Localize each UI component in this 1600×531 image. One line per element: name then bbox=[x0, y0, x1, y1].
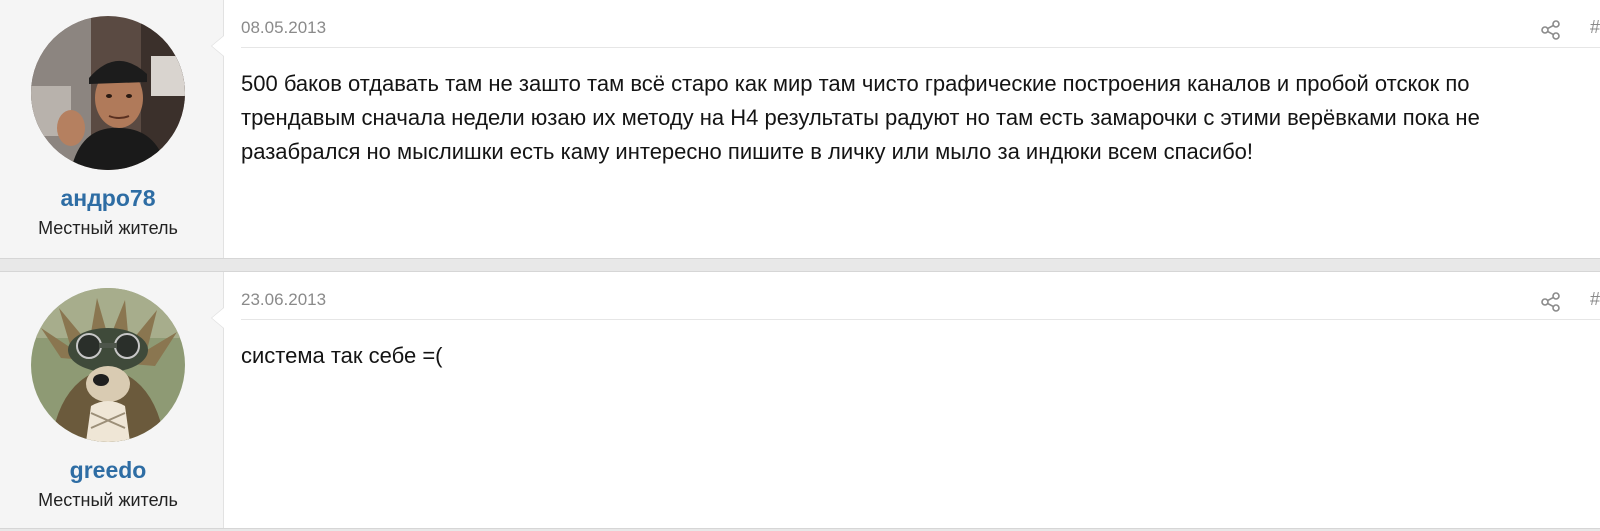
avatar[interactable] bbox=[31, 16, 185, 170]
share-icon[interactable] bbox=[1540, 291, 1562, 313]
message-body: система так себе =( bbox=[241, 343, 443, 368]
username[interactable]: greedo bbox=[0, 457, 216, 484]
user-title: Местный житель bbox=[38, 218, 178, 238]
avatar[interactable] bbox=[31, 288, 185, 442]
pointer-arrow bbox=[212, 36, 224, 56]
username[interactable]: андро78 bbox=[0, 185, 216, 212]
message-panel: 23.06.2013 # система так себе =( bbox=[224, 272, 1600, 528]
user-panel: андро78 Местный житель bbox=[0, 0, 224, 258]
thread: андро78 Местный житель 08.05.2013 # 500 … bbox=[0, 0, 1600, 531]
message-header: 23.06.2013 # bbox=[241, 272, 1600, 320]
message-header: 08.05.2013 # bbox=[241, 0, 1600, 48]
permalink[interactable]: # bbox=[1590, 17, 1600, 38]
message-panel: 08.05.2013 # 500 баков отдавать там не з… bbox=[224, 0, 1600, 258]
share-icon[interactable] bbox=[1540, 19, 1562, 41]
post: андро78 Местный житель 08.05.2013 # 500 … bbox=[0, 0, 1600, 259]
permalink[interactable]: # bbox=[1590, 289, 1600, 310]
user-title: Местный житель bbox=[38, 490, 178, 510]
post-date[interactable]: 23.06.2013 bbox=[241, 290, 326, 310]
avatar-photo-man-in-cap-icon bbox=[31, 16, 185, 170]
message-body: 500 баков отдавать там не зашто там всё … bbox=[241, 71, 1480, 164]
pointer-arrow bbox=[212, 308, 224, 328]
post-date[interactable]: 08.05.2013 bbox=[241, 18, 326, 38]
post: greedo Местный житель 23.06.2013 # систе… bbox=[0, 271, 1600, 529]
avatar-creature-with-goggles-icon bbox=[31, 288, 185, 442]
user-panel: greedo Местный житель bbox=[0, 272, 224, 528]
